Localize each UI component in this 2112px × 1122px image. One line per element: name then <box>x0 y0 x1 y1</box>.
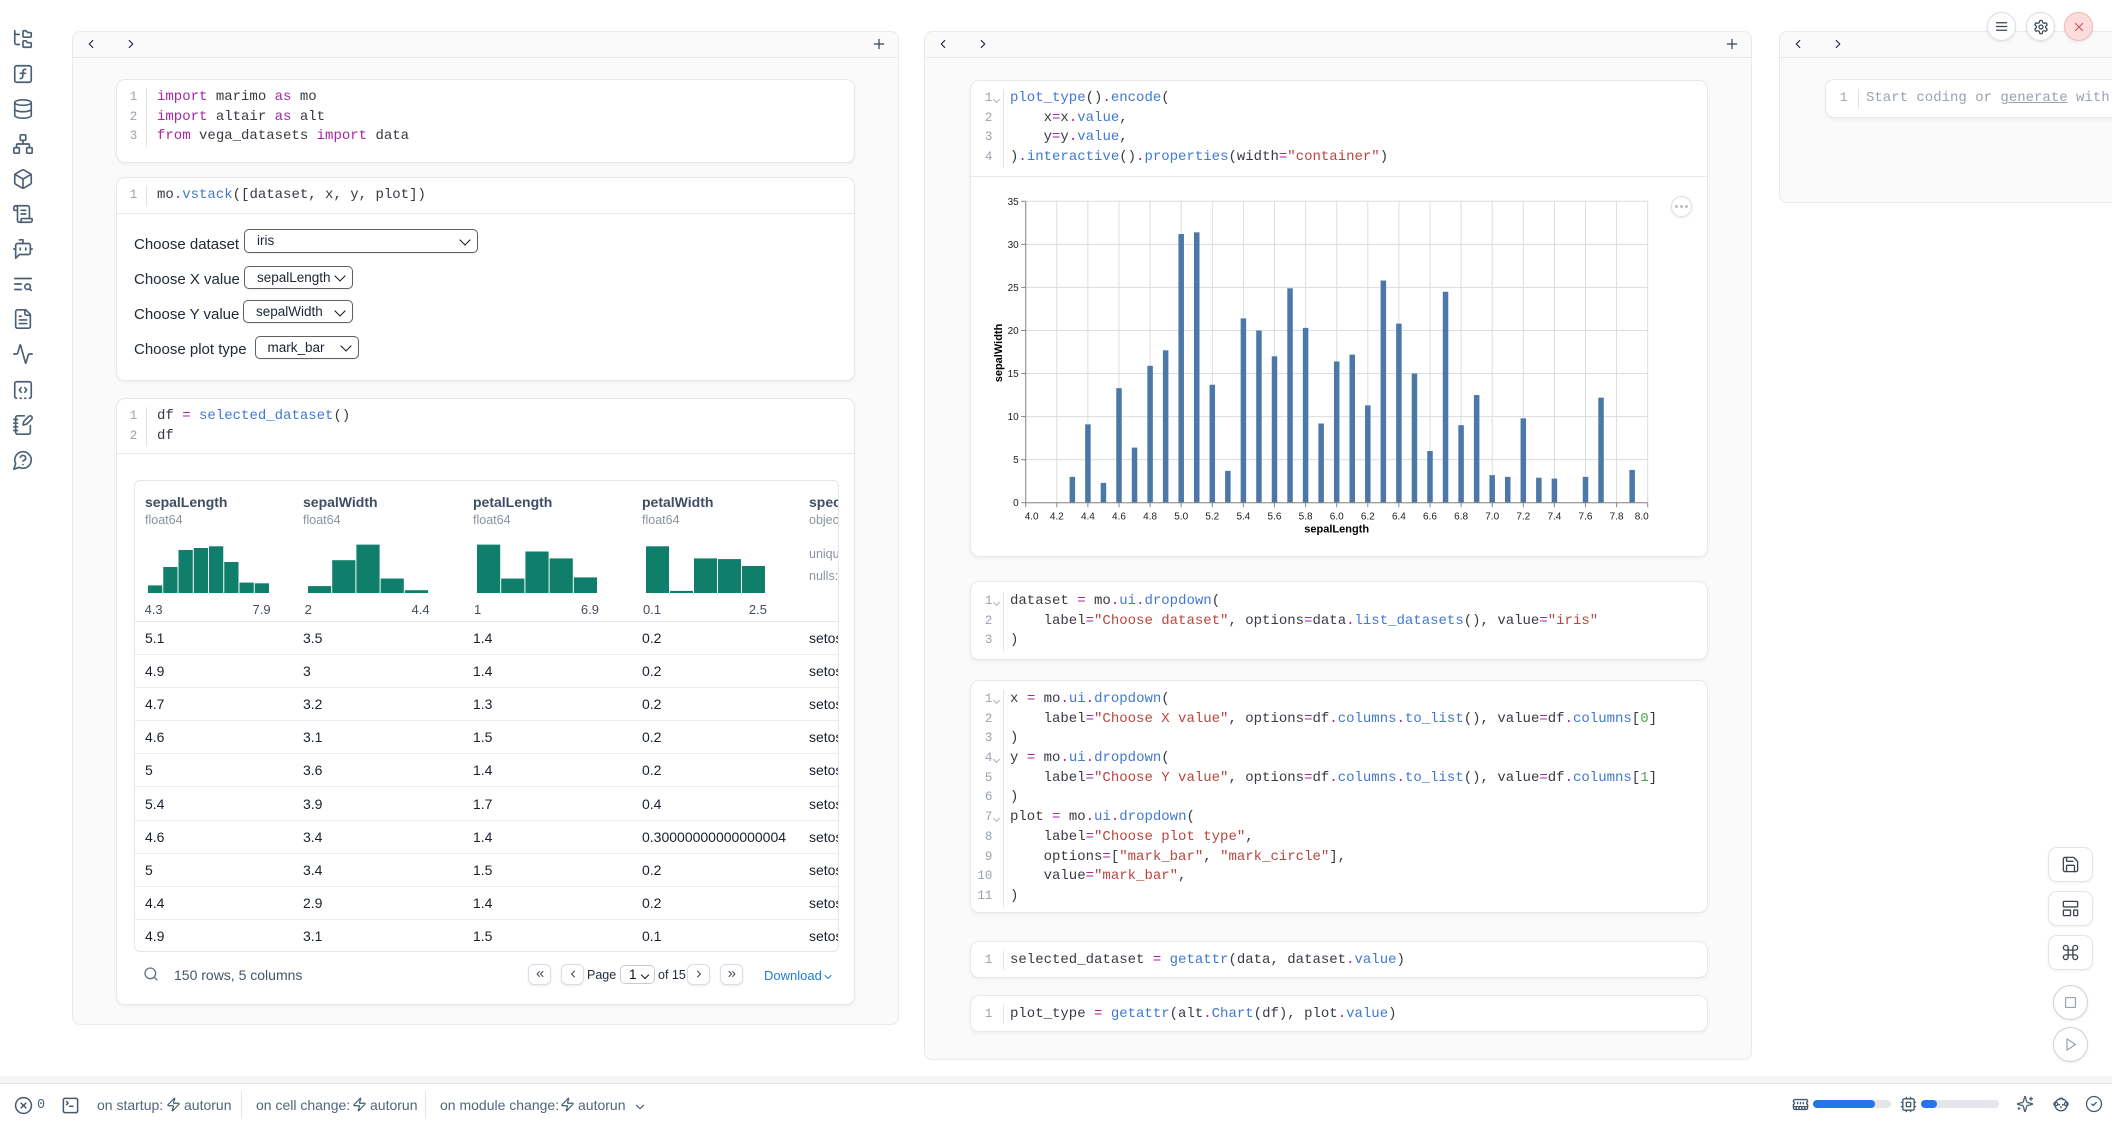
svg-text:5: 5 <box>1013 455 1019 466</box>
svg-text:5.2: 5.2 <box>1205 512 1219 523</box>
svg-text:35: 35 <box>1008 197 1020 208</box>
svg-text:4.2: 4.2 <box>1050 512 1064 523</box>
svg-text:10: 10 <box>1008 412 1020 423</box>
svg-text:4.6: 4.6 <box>1112 512 1126 523</box>
svg-text:20: 20 <box>1008 326 1020 337</box>
svg-text:sepalWidth: sepalWidth <box>993 323 1005 382</box>
svg-text:5.4: 5.4 <box>1236 512 1250 523</box>
svg-text:5.8: 5.8 <box>1299 512 1313 523</box>
svg-text:8.0: 8.0 <box>1635 512 1649 523</box>
svg-text:25: 25 <box>1008 283 1020 294</box>
svg-text:15: 15 <box>1008 369 1020 380</box>
svg-text:5.0: 5.0 <box>1174 512 1188 523</box>
svg-text:0: 0 <box>1013 498 1019 509</box>
svg-text:7.4: 7.4 <box>1547 512 1561 523</box>
svg-text:7.0: 7.0 <box>1485 512 1499 523</box>
svg-text:7.8: 7.8 <box>1610 512 1624 523</box>
svg-text:7.2: 7.2 <box>1516 512 1530 523</box>
svg-text:6.6: 6.6 <box>1423 512 1437 523</box>
svg-text:4.8: 4.8 <box>1143 512 1157 523</box>
svg-text:sepalLength: sepalLength <box>1304 524 1369 536</box>
svg-text:6.0: 6.0 <box>1330 512 1344 523</box>
svg-text:7.6: 7.6 <box>1579 512 1593 523</box>
svg-text:5.6: 5.6 <box>1268 512 1282 523</box>
svg-text:6.8: 6.8 <box>1454 512 1468 523</box>
svg-text:30: 30 <box>1008 240 1020 251</box>
svg-text:6.4: 6.4 <box>1392 512 1406 523</box>
svg-text:4.4: 4.4 <box>1081 512 1095 523</box>
svg-text:6.2: 6.2 <box>1361 512 1375 523</box>
svg-text:4.0: 4.0 <box>1025 512 1039 523</box>
